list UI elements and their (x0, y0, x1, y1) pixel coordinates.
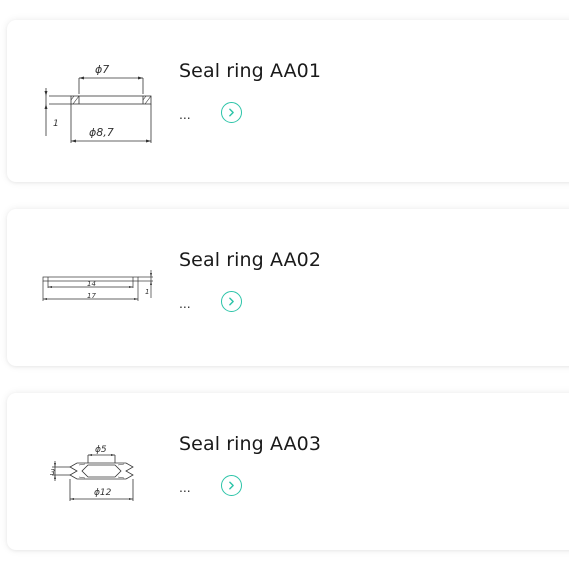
side-dimension-label: 3 (50, 468, 55, 477)
chevron-right-circle-icon[interactable] (221, 291, 242, 312)
top-dimension-label: ϕ7 (95, 63, 109, 76)
product-title[interactable]: Seal ring AA02 (179, 249, 321, 271)
product-list: ϕ7 ϕ8,7 1 Seal ring AA01 ... 14 17 1 Sea… (0, 0, 569, 583)
top-dimension-label: 14 (87, 280, 96, 288)
bottom-dimension-label: ϕ8,7 (89, 126, 114, 139)
product-description: ... (179, 295, 191, 311)
product-card[interactable]: ϕ7 ϕ8,7 1 Seal ring AA01 ... (7, 20, 569, 182)
product-title[interactable]: Seal ring AA01 (179, 60, 321, 82)
product-card[interactable]: ϕ5 ϕ12 3 Seal ring AA03 ... (7, 393, 569, 550)
product-drawing: ϕ5 ϕ12 3 (37, 437, 162, 503)
side-dimension-label: 1 (53, 119, 59, 129)
product-title[interactable]: Seal ring AA03 (179, 433, 321, 455)
product-description: ... (179, 106, 191, 122)
product-drawing: ϕ7 ϕ8,7 1 (37, 60, 162, 145)
product-drawing: 14 17 1 (37, 262, 162, 312)
product-description: ... (179, 479, 191, 495)
product-card[interactable]: 14 17 1 Seal ring AA02 ... (7, 209, 569, 366)
bottom-dimension-label: ϕ12 (94, 488, 112, 498)
chevron-right-circle-icon[interactable] (221, 475, 242, 496)
side-dimension-label: 1 (145, 288, 149, 296)
chevron-right-circle-icon[interactable] (221, 102, 242, 123)
bottom-dimension-label: 17 (87, 292, 96, 300)
top-dimension-label: ϕ5 (95, 445, 107, 455)
